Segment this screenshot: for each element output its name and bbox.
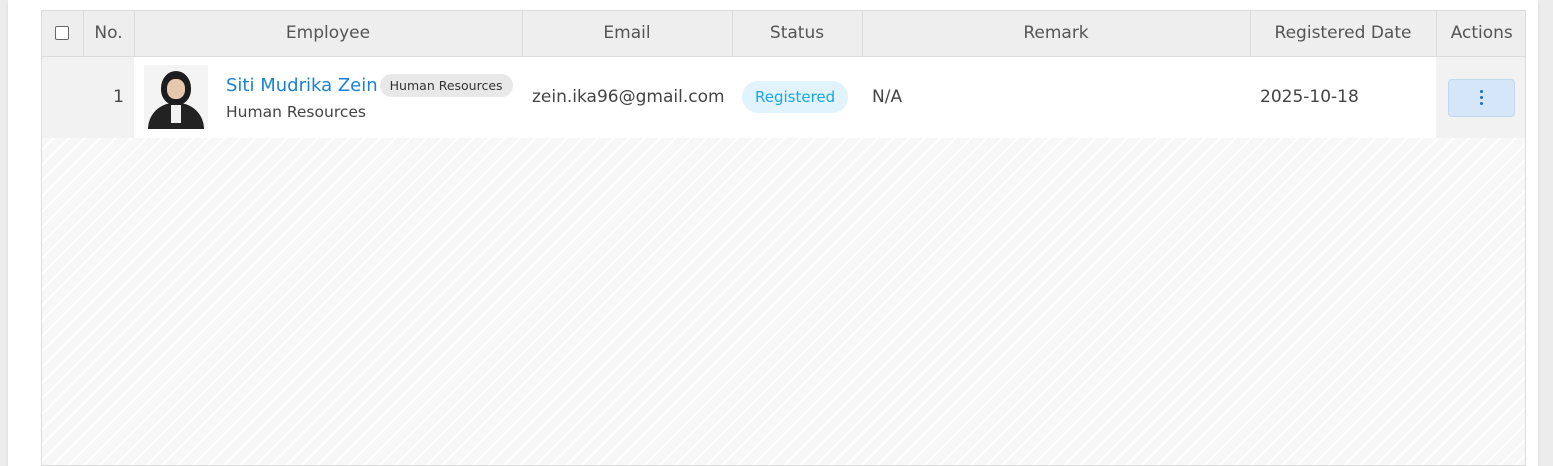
email-cell: zein.ika96@gmail.com — [522, 56, 732, 138]
status-cell: Registered — [732, 56, 862, 138]
header-select-all-cell — [42, 11, 84, 57]
department-badge: Human Resources — [379, 73, 513, 97]
content-card: No. Employee Email Status Remark Registe… — [8, 0, 1538, 466]
column-header-status[interactable]: Status — [732, 11, 863, 57]
column-header-registered-date[interactable]: Registered Date — [1250, 11, 1437, 57]
column-header-email[interactable]: Email — [522, 11, 733, 57]
row-select-cell — [42, 56, 83, 138]
employee-department: Human Resources — [226, 102, 366, 121]
column-header-employee[interactable]: Employee — [134, 11, 523, 57]
remark-cell: N/A — [862, 56, 1250, 138]
actions-cell — [1436, 56, 1525, 138]
status-badge: Registered — [742, 81, 849, 114]
registered-date-cell: 2025-10-18 — [1250, 56, 1436, 138]
column-header-remark[interactable]: Remark — [862, 11, 1251, 57]
row-actions-button[interactable] — [1448, 78, 1515, 117]
select-all-checkbox[interactable] — [55, 26, 70, 41]
table-row: 1 Siti Mudrika Zein Human Resources Huma… — [42, 56, 1525, 138]
row-number: 1 — [83, 56, 134, 138]
employee-table: No. Employee Email Status Remark Registe… — [42, 11, 1525, 138]
employee-name-link[interactable]: Siti Mudrika Zein — [226, 75, 378, 96]
avatar — [144, 65, 208, 130]
kebab-menu-icon — [1480, 90, 1483, 105]
column-header-no[interactable]: No. — [83, 11, 135, 57]
column-header-actions: Actions — [1436, 11, 1525, 57]
employee-table-container: No. Employee Email Status Remark Registe… — [41, 10, 1526, 466]
table-header: No. Employee Email Status Remark Registe… — [42, 11, 1525, 57]
employee-cell: Siti Mudrika Zein Human Resources Human … — [134, 56, 522, 138]
